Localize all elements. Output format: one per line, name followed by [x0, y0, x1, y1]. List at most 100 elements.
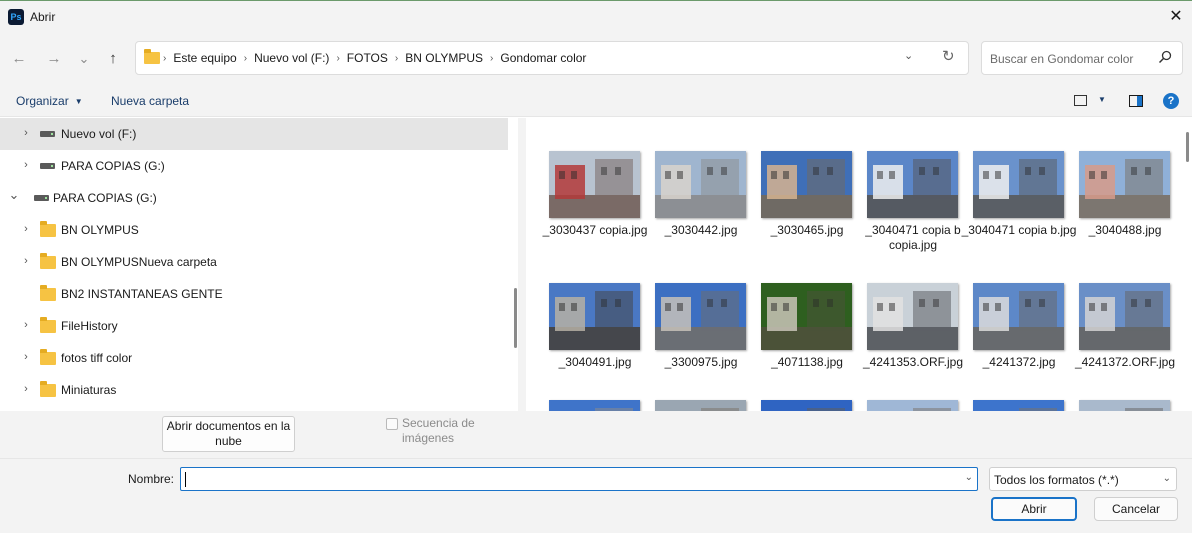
open-button[interactable]: Abrir	[991, 497, 1077, 521]
tree-item-label: PARA COPIAS (G:)	[61, 159, 165, 173]
recent-locations-chevron-icon[interactable]: ⌄	[73, 48, 95, 70]
folder-icon	[40, 221, 56, 237]
scrollbar-thumb[interactable]	[514, 288, 517, 348]
breadcrumb-separator-icon[interactable]: ›	[395, 53, 398, 64]
close-icon[interactable]: ✕	[1162, 3, 1190, 31]
search-placeholder: Buscar en Gondomar color	[990, 52, 1134, 66]
file-name: _3040491.jpg	[558, 355, 632, 369]
file-name-input[interactable]: ⌄	[180, 467, 978, 491]
refresh-icon[interactable]: ↻	[942, 47, 955, 65]
command-bar: Organizar ▼ Nueva carpeta ▼ ?	[0, 86, 1192, 117]
file-type-select[interactable]: Todos los formatos (*.*) ⌄	[989, 467, 1177, 491]
breadcrumb-item[interactable]: Este equipo	[173, 51, 236, 65]
search-icon[interactable]	[1158, 50, 1172, 64]
title-bar: Ps Abrir ✕	[0, 0, 1192, 33]
image-thumbnail-preview	[655, 400, 746, 411]
tree-item[interactable]: › Miniaturas	[0, 374, 508, 406]
image-thumbnail-preview	[549, 151, 640, 218]
image-thumbnail-preview	[973, 400, 1064, 411]
file-name: _3040488.jpg	[1088, 223, 1162, 237]
chevron-down-icon[interactable]: ⌄	[965, 472, 973, 483]
folder-icon	[40, 381, 56, 397]
view-options-chevron-icon[interactable]: ▼	[1098, 95, 1106, 104]
tree-item-label: BN OLYMPUS	[61, 223, 139, 237]
image-thumbnail-preview	[973, 283, 1064, 350]
file-list[interactable]: _3030437 copia.jpg _3030442.jpg _3030465.j…	[526, 118, 1192, 411]
address-bar[interactable]: › Este equipo › Nuevo vol (F:) › FOTOS ›…	[135, 41, 969, 75]
tree-item-label: PARA COPIAS (G:)	[53, 191, 157, 205]
image-sequence-checkbox[interactable]	[386, 418, 398, 430]
image-thumbnail-preview	[1079, 283, 1170, 350]
up-arrow-icon[interactable]: ↑	[102, 48, 124, 70]
navigation-pane[interactable]: › Nuevo vol (F:) › PARA COPIAS (G:) ⌄ PARA CO…	[0, 118, 512, 411]
tree-item[interactable]: › FileHistory	[0, 310, 508, 342]
help-icon[interactable]: ?	[1163, 93, 1179, 109]
breadcrumb-item[interactable]: FOTOS	[347, 51, 388, 65]
image-thumbnail-preview	[761, 151, 852, 218]
chevron-down-icon: ▼	[74, 97, 83, 107]
breadcrumb-separator-icon[interactable]: ›	[244, 53, 247, 64]
chevron-right-icon[interactable]: ›	[20, 319, 32, 331]
file-type-value: Todos los formatos (*.*)	[994, 473, 1119, 487]
breadcrumb-item[interactable]: Nuevo vol (F:)	[254, 51, 329, 65]
chevron-right-icon[interactable]: ›	[20, 255, 32, 267]
image-thumbnail-preview	[1079, 151, 1170, 218]
image-sequence-label: Secuencia de imágenes	[402, 416, 475, 445]
image-thumbnail-preview	[1079, 400, 1170, 411]
preview-pane-icon[interactable]	[1129, 95, 1143, 107]
change-view-icon[interactable]	[1074, 95, 1087, 106]
file-list-scrollbar[interactable]	[1183, 118, 1192, 411]
folder-icon	[40, 317, 56, 333]
file-name: _3030437 copia.jpg	[542, 223, 648, 237]
organize-menu[interactable]: Organizar ▼	[16, 94, 83, 108]
chevron-right-icon[interactable]: ›	[20, 159, 32, 171]
tree-item[interactable]: › PARA COPIAS (G:)	[0, 150, 508, 182]
tree-item[interactable]: › BN OLYMPUS	[0, 214, 508, 246]
image-thumbnail-preview	[549, 400, 640, 411]
chevron-right-icon[interactable]: ›	[20, 223, 32, 235]
tree-item-label: fotos tiff color	[61, 351, 133, 365]
options-strip: Abrir documentos en la nube Secuencia de…	[0, 411, 1192, 458]
tree-item[interactable]: ⌄ PARA COPIAS (G:)	[0, 182, 508, 214]
tree-item[interactable]: › fotos tiff color	[0, 342, 508, 374]
file-name: _3030465.jpg	[770, 223, 844, 237]
tree-item[interactable]: › Nuevo vol (F:)	[0, 118, 508, 150]
breadcrumb-separator-icon[interactable]: ›	[490, 53, 493, 64]
image-thumbnail-preview	[867, 400, 958, 411]
new-folder-button[interactable]: Nueva carpeta	[111, 94, 189, 108]
chevron-down-icon[interactable]: ⌄	[8, 187, 20, 203]
file-name: _3300975.jpg	[664, 355, 738, 369]
address-dropdown-icon[interactable]: ⌄	[904, 49, 913, 62]
cancel-button[interactable]: Cancelar	[1094, 497, 1178, 521]
window-title: Abrir	[30, 10, 56, 24]
dialog-footer: Nombre: ⌄ Todos los formatos (*.*) ⌄ Abr…	[0, 458, 1192, 533]
image-thumbnail-preview	[973, 151, 1064, 218]
drive-icon	[34, 195, 49, 201]
tree-item[interactable]: BN2 INSTANTANEAS GENTE	[0, 278, 508, 310]
chevron-down-icon: ⌄	[1162, 473, 1171, 484]
breadcrumb-item-current[interactable]: Gondomar color	[500, 51, 586, 65]
breadcrumb-separator-icon[interactable]: ›	[336, 53, 339, 64]
image-thumbnail-preview	[655, 283, 746, 350]
forward-arrow-icon[interactable]: →	[43, 48, 65, 70]
back-arrow-icon[interactable]: ←	[8, 48, 30, 70]
file-name: _4241372.jpg	[982, 355, 1056, 369]
chevron-right-icon[interactable]: ›	[20, 127, 32, 139]
tree-item-label: FileHistory	[61, 319, 118, 333]
pane-splitter[interactable]	[518, 118, 526, 411]
organize-label: Organizar	[16, 94, 69, 108]
chevron-right-icon[interactable]: ›	[20, 383, 32, 395]
tree-item-label: Nuevo vol (F:)	[61, 127, 137, 141]
image-thumbnail-preview	[867, 283, 958, 350]
photoshop-icon: Ps	[8, 9, 24, 25]
open-cloud-documents-button[interactable]: Abrir documentos en la nube	[162, 416, 295, 452]
tree-item[interactable]: › BN OLYMPUSNueva carpeta	[0, 246, 508, 278]
image-thumbnail-preview	[867, 151, 958, 218]
search-field[interactable]: Buscar en Gondomar color	[981, 41, 1183, 75]
image-thumbnail-preview	[655, 151, 746, 218]
breadcrumb-item[interactable]: BN OLYMPUS	[405, 51, 483, 65]
chevron-right-icon[interactable]: ›	[20, 351, 32, 363]
scrollbar-thumb[interactable]	[1186, 132, 1189, 162]
breadcrumb-separator-icon: ›	[163, 52, 167, 64]
drive-icon	[40, 131, 55, 137]
